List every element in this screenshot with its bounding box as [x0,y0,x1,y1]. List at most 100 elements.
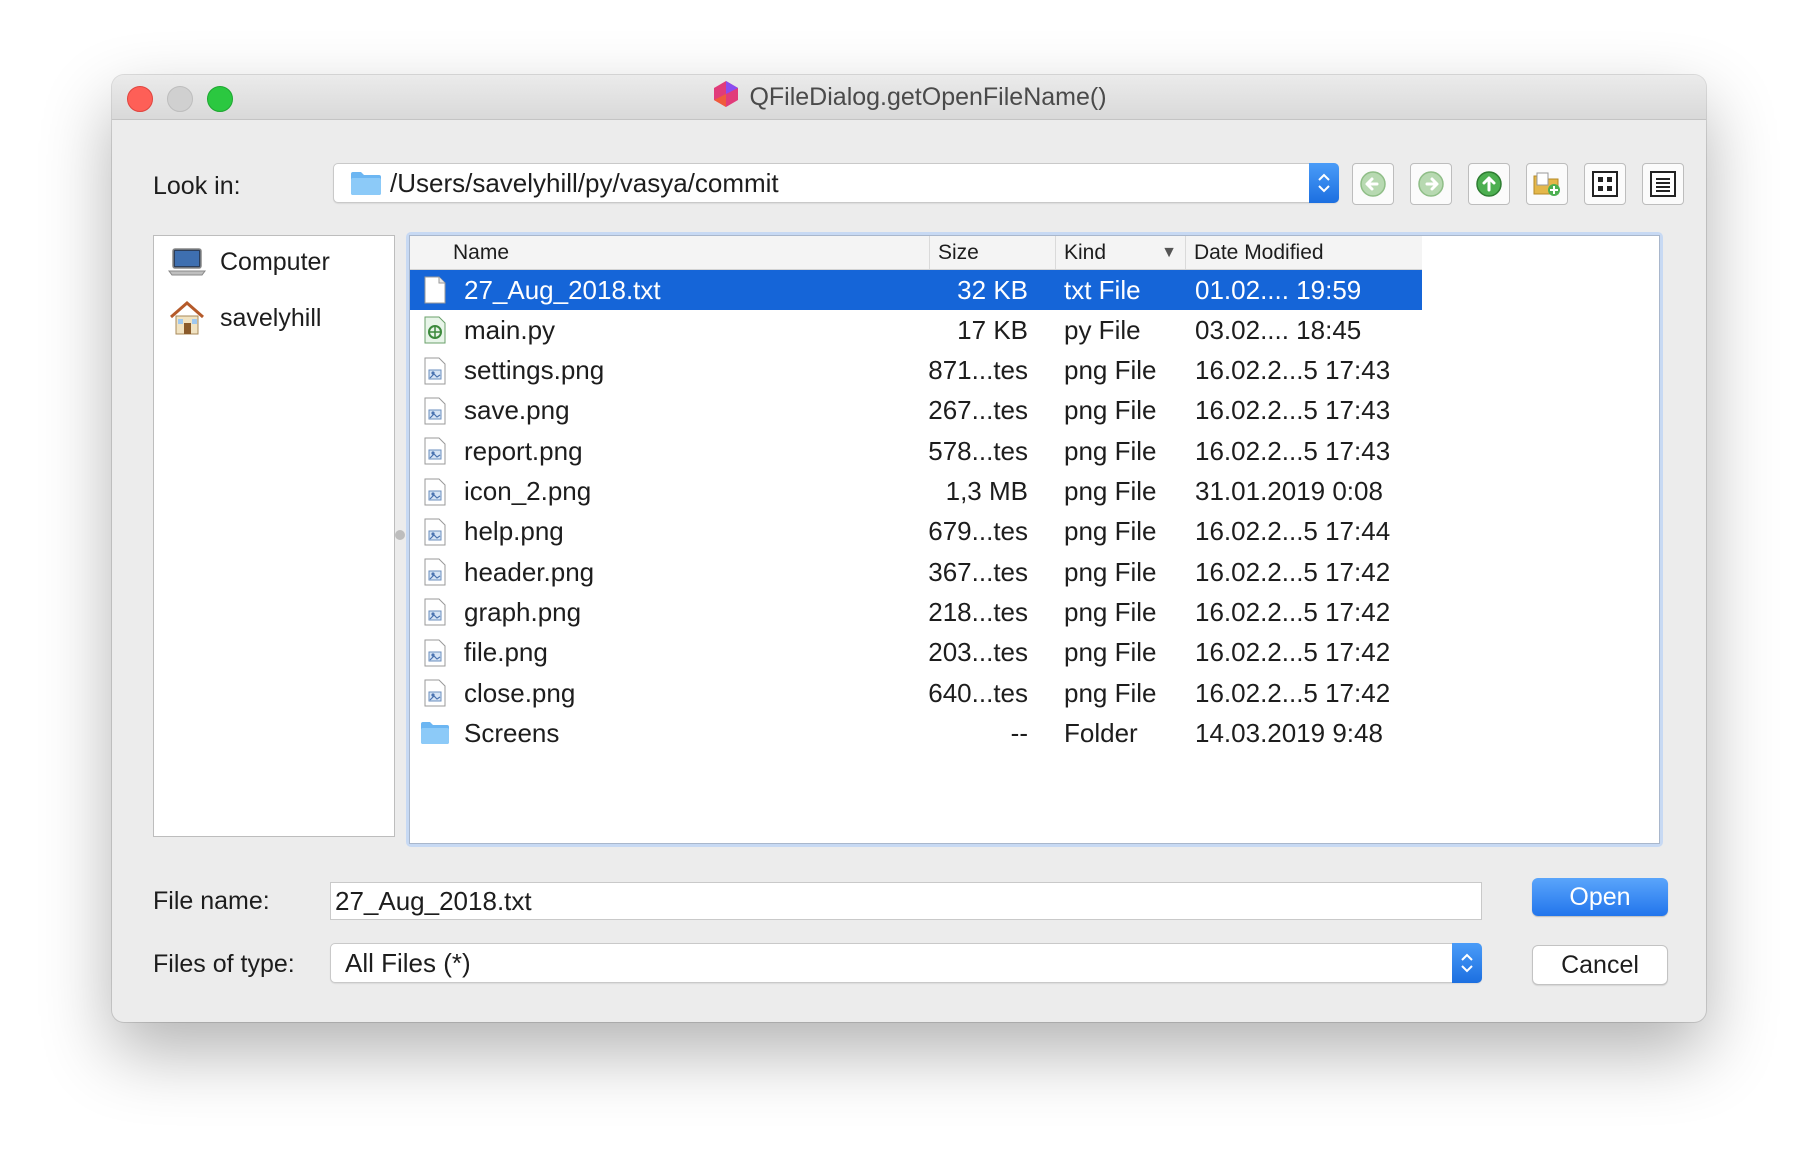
look-in-combobox[interactable]: /Users/savelyhill/py/vasya/commit [333,163,1339,203]
file-name-cell: settings.png [464,355,605,386]
detail-view-button[interactable] [1642,163,1684,205]
file-size-cell: 640...tes [928,677,1028,708]
look-in-label: Look in: [153,172,241,200]
file-date-cell: 16.02.2...5 17:42 [1195,637,1391,668]
column-header-date[interactable]: Date Modified [1186,236,1422,269]
file-kind-cell: png File [1064,596,1157,627]
file-date-cell: 16.02.2...5 17:44 [1195,516,1391,547]
column-header-size-label: Size [938,240,979,264]
table-row[interactable]: main.py 17 KB py File 03.02.... 18:45 [410,310,1422,350]
back-button[interactable] [1352,163,1394,205]
file-size-cell: 267...tes [928,395,1028,426]
file-list[interactable]: Name Size Kind ▼ Date Modified 27_Aug_20… [409,235,1660,844]
table-row[interactable]: icon_2.png 1,3 MB png File 31.01.2019 0:08 [410,472,1422,512]
file-type-value: All Files (*) [345,947,471,978]
title-bar: QFileDialog.getOpenFileName() [112,75,1706,120]
sort-descending-icon: ▼ [1161,243,1177,261]
file-kind-cell: png File [1064,476,1157,506]
file-size-cell: 578...tes [928,435,1028,466]
file-kind-cell: png File [1064,435,1157,466]
folder-icon [420,713,450,753]
file-date-cell: 01.02.... 19:59 [1195,274,1362,305]
image-file-icon [420,472,450,512]
table-row[interactable]: report.png 578...tes png File 16.02.2...5 1… [410,431,1422,471]
image-file-icon [420,592,450,632]
table-row[interactable]: save.png 267...tes png File 16.02.2...5 17:… [410,391,1422,431]
file-date-cell: 14.03.2019 9:48 [1195,717,1383,748]
text-file-icon [420,270,450,310]
icon-view-button[interactable] [1584,163,1626,205]
parent-directory-icon [1476,171,1502,197]
file-name-cell: graph.png [464,596,582,627]
table-row[interactable]: Screens -- Folder 14.03.2019 9:48 [410,713,1422,753]
sidebar-item-savelyhill[interactable]: savelyhill [168,296,321,340]
open-button[interactable]: Open [1532,878,1668,916]
new-folder-icon [1533,172,1560,196]
image-file-icon [420,633,450,673]
file-dialog-window: QFileDialog.getOpenFileName() Look in: /… [112,75,1706,1022]
back-arrow-icon [1360,171,1386,197]
file-name-cell: file.png [464,637,548,668]
column-header-kind[interactable]: Kind ▼ [1056,236,1186,269]
file-date-cell: 16.02.2...5 17:42 [1195,677,1391,708]
file-kind-cell: png File [1064,355,1157,386]
column-header-name[interactable]: Name [410,236,930,269]
file-name-value: 27_Aug_2018.txt [335,885,532,916]
parent-directory-button[interactable] [1468,163,1510,205]
file-type-label: Files of type: [153,950,295,978]
folder-icon [350,170,382,196]
column-header-size[interactable]: Size [930,236,1056,269]
file-kind-cell: png File [1064,516,1157,547]
file-date-cell: 16.02.2...5 17:42 [1195,596,1391,627]
file-name-cell: close.png [464,677,576,708]
table-row[interactable]: close.png 640...tes png File 16.02.2...5 17… [410,673,1422,713]
image-file-icon [420,351,450,391]
window-title-area: QFileDialog.getOpenFileName() [112,75,1706,119]
table-row[interactable]: header.png 367...tes png File 16.02.2...5 1… [410,552,1422,592]
file-size-cell: 871...tes [928,355,1028,386]
file-date-cell: 16.02.2...5 17:43 [1195,395,1391,426]
sidebar-item-computer[interactable]: Computer [168,240,330,284]
file-date-cell: 16.02.2...5 17:43 [1195,355,1391,386]
file-type-stepper[interactable] [1452,943,1482,983]
forward-arrow-icon [1418,171,1444,197]
file-date-cell: 03.02.... 18:45 [1195,314,1362,345]
image-file-icon [420,512,450,552]
image-file-icon [420,431,450,471]
file-name-input[interactable]: 27_Aug_2018.txt [330,882,1482,920]
python-file-icon [420,310,450,350]
file-date-cell: 16.02.2...5 17:43 [1195,435,1391,466]
home-icon [170,301,204,335]
file-name-cell: report.png [464,435,583,466]
table-row[interactable]: help.png 679...tes png File 16.02.2...5 17:… [410,512,1422,552]
chevron-up-down-icon [1318,173,1330,193]
table-row[interactable]: graph.png 218...tes png File 16.02.2...5 17… [410,592,1422,632]
forward-button[interactable] [1410,163,1452,205]
cancel-button[interactable]: Cancel [1532,945,1668,985]
file-type-combobox[interactable]: All Files (*) [330,943,1482,983]
file-size-cell: 367...tes [928,556,1028,587]
look-in-stepper[interactable] [1309,163,1339,203]
table-row[interactable]: settings.png 871...tes png File 16.02.2...5… [410,351,1422,391]
file-list-header: Name Size Kind ▼ Date Modified [410,236,1422,270]
file-name-cell: header.png [464,556,595,587]
file-name-cell: icon_2.png [464,476,592,506]
image-file-icon [420,673,450,713]
file-size-cell: 32 KB [957,274,1028,305]
image-file-icon [420,391,450,431]
new-folder-button[interactable] [1526,163,1568,205]
file-kind-cell: txt File [1064,274,1141,305]
file-name-cell: Screens [464,717,560,748]
window-title: QFileDialog.getOpenFileName() [749,82,1107,111]
table-row[interactable]: file.png 203...tes png File 16.02.2...5 17:… [410,633,1422,673]
qt-logo-icon [711,79,741,116]
splitter-handle[interactable] [395,530,405,540]
computer-icon [168,248,206,276]
sidebar-item-label: Computer [220,247,330,276]
file-list-frame: Name Size Kind ▼ Date Modified 27_Aug_20… [406,232,1663,847]
icon-view-icon [1592,171,1618,197]
file-kind-cell: png File [1064,677,1157,708]
table-row[interactable]: 27_Aug_2018.txt 32 KB txt File 01.02.... 19… [410,270,1422,310]
look-in-path: /Users/savelyhill/py/vasya/commit [390,167,779,198]
file-date-cell: 31.01.2019 0:08 [1195,476,1383,506]
